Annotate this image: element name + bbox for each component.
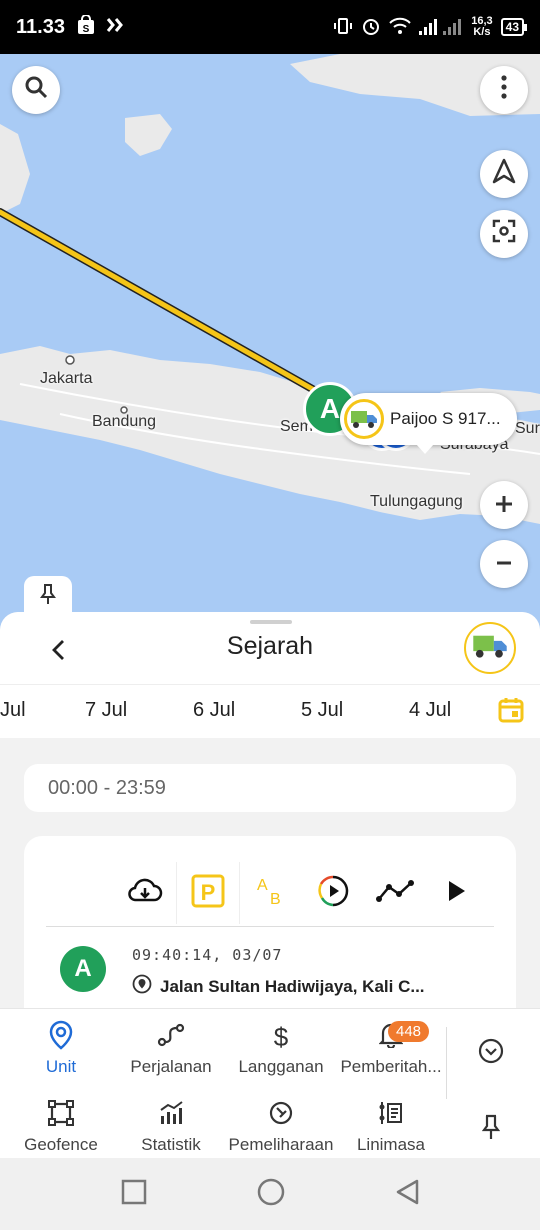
- play-icon: [447, 880, 467, 907]
- date-item[interactable]: 4 Jul: [409, 699, 451, 722]
- home-icon[interactable]: [257, 1178, 285, 1211]
- history-card: P AB A 09:40:14, 03/07 Jalan Sultan Hadi…: [24, 836, 516, 1008]
- stop-time: 09:40:14, 03/07: [132, 946, 283, 964]
- zoom-out-button[interactable]: [480, 540, 528, 588]
- search-icon: [24, 75, 48, 106]
- svg-text:A: A: [257, 877, 268, 894]
- wifi-icon: [389, 17, 411, 38]
- cloud-download-icon: [127, 878, 163, 909]
- history-sheet: Sejarah Jul 7 Jul 6 Jul 5 Jul 4 Jul 00:0…: [0, 612, 540, 1008]
- alarm-icon: [361, 16, 381, 39]
- location-pin-icon: [48, 1020, 74, 1055]
- expand-nav-button[interactable]: [436, 1033, 540, 1103]
- navigate-button[interactable]: [480, 150, 528, 198]
- calendar-icon: [497, 696, 525, 729]
- notification-badge: 448: [388, 1021, 430, 1042]
- pin-icon: [39, 583, 57, 610]
- focus-frame-icon: [492, 219, 516, 250]
- nav-pemberitahuan[interactable]: 448 Pemberitah...: [336, 1017, 446, 1087]
- speed-playback-button[interactable]: [302, 862, 364, 924]
- history-toolbar: P AB: [114, 862, 488, 924]
- map-label-sur: Sur: [515, 420, 540, 437]
- recents-icon[interactable]: [121, 1179, 147, 1210]
- stop-marker: A: [60, 946, 106, 992]
- page-title: Sejarah: [226, 632, 314, 660]
- battery-indicator: 43: [500, 18, 528, 36]
- nav-linimasa[interactable]: Linimasa: [336, 1095, 446, 1165]
- date-item[interactable]: Jul: [0, 699, 26, 722]
- vehicle-avatar[interactable]: [464, 622, 516, 674]
- network-speed: 16,3 K/s: [471, 15, 493, 38]
- speed-play-icon: [316, 874, 350, 913]
- timeline-icon: [378, 1100, 404, 1131]
- status-time: 11.33: [16, 15, 65, 38]
- svg-text:S: S: [83, 24, 90, 35]
- route-line-button[interactable]: [364, 862, 426, 924]
- date-item[interactable]: 6 Jul: [193, 699, 235, 722]
- svg-text:B: B: [270, 891, 281, 908]
- shop-bag-icon: S: [77, 13, 95, 40]
- zoom-in-button[interactable]: [480, 481, 528, 529]
- nav-unit[interactable]: Unit: [6, 1017, 116, 1087]
- back-triangle-icon[interactable]: [395, 1179, 419, 1210]
- nav-pemeliharaan[interactable]: Pemeliharaan: [226, 1095, 336, 1165]
- vehicle-callout[interactable]: Paijoo S 917...: [340, 393, 517, 454]
- geofence-icon: [47, 1099, 75, 1132]
- ab-toggle-button[interactable]: AB: [240, 862, 302, 924]
- signal-icon: [419, 17, 463, 38]
- map-land: [0, 54, 540, 524]
- nav-perjalanan[interactable]: Perjalanan: [116, 1017, 226, 1087]
- date-selector: Jul 7 Jul 6 Jul 5 Jul 4 Jul: [0, 684, 540, 738]
- stats-icon: [158, 1100, 184, 1131]
- truck-icon: [344, 399, 384, 439]
- more-options-button[interactable]: [480, 66, 528, 114]
- dollar-icon: $: [273, 1021, 289, 1052]
- nav-geofence[interactable]: Geofence: [6, 1095, 116, 1165]
- route-icon: [157, 1022, 185, 1053]
- location-pin-icon: [132, 974, 152, 999]
- svg-text:P: P: [201, 880, 216, 905]
- pin-icon: [481, 1114, 501, 1145]
- focus-button[interactable]: [480, 210, 528, 258]
- minus-icon: [494, 549, 514, 580]
- play-button[interactable]: [426, 862, 488, 924]
- drag-handle[interactable]: [250, 620, 292, 624]
- vibrate-icon: [333, 16, 353, 39]
- sheet-header: Sejarah Jul 7 Jul 6 Jul 5 Jul 4 Jul: [0, 612, 540, 738]
- time-range-field[interactable]: 00:00 - 23:59: [24, 764, 516, 812]
- line-chart-icon: [376, 879, 414, 908]
- status-bar: 11.33 S 16,3 K/s 43: [0, 0, 540, 54]
- parking-toggle-button[interactable]: P: [177, 862, 239, 924]
- more-vertical-icon: [501, 74, 507, 106]
- bottom-navigation: Unit Perjalanan $ Langganan 448 Pemberit…: [0, 1008, 540, 1158]
- stop-address-text: Jalan Sultan Hadiwijaya, Kali C...: [160, 976, 425, 996]
- navigation-arrow-icon: [492, 158, 516, 191]
- date-item[interactable]: 7 Jul: [85, 699, 127, 722]
- vehicle-name: Paijoo S 917...: [390, 409, 501, 428]
- divider: [46, 926, 494, 927]
- maintenance-icon: [268, 1100, 294, 1131]
- truck-icon: [472, 633, 508, 664]
- plus-icon: [494, 490, 514, 521]
- map-view[interactable]: Jakarta Bandung Semarang Surabaya Sur Tu…: [0, 54, 540, 634]
- map-label-jakarta: Jakarta: [40, 370, 93, 387]
- download-button[interactable]: [114, 862, 176, 924]
- chevron-down-circle-icon: [478, 1038, 504, 1069]
- nav-statistik[interactable]: Statistik: [116, 1095, 226, 1165]
- system-navigation-bar: [0, 1158, 540, 1230]
- map-label-bandung: Bandung: [92, 413, 157, 430]
- map-label-tulungagung: Tulungagung: [370, 493, 463, 510]
- stop-address[interactable]: Jalan Sultan Hadiwijaya, Kali C...: [132, 974, 425, 999]
- app-notification-icon: [105, 16, 125, 39]
- map-search-button[interactable]: [12, 66, 60, 114]
- nav-langganan[interactable]: $ Langganan: [226, 1017, 336, 1087]
- date-item[interactable]: 5 Jul: [301, 699, 343, 722]
- calendar-button[interactable]: [494, 695, 528, 729]
- ab-icon: AB: [254, 874, 288, 913]
- pin-map-button[interactable]: [24, 576, 72, 616]
- parking-icon: P: [191, 874, 225, 913]
